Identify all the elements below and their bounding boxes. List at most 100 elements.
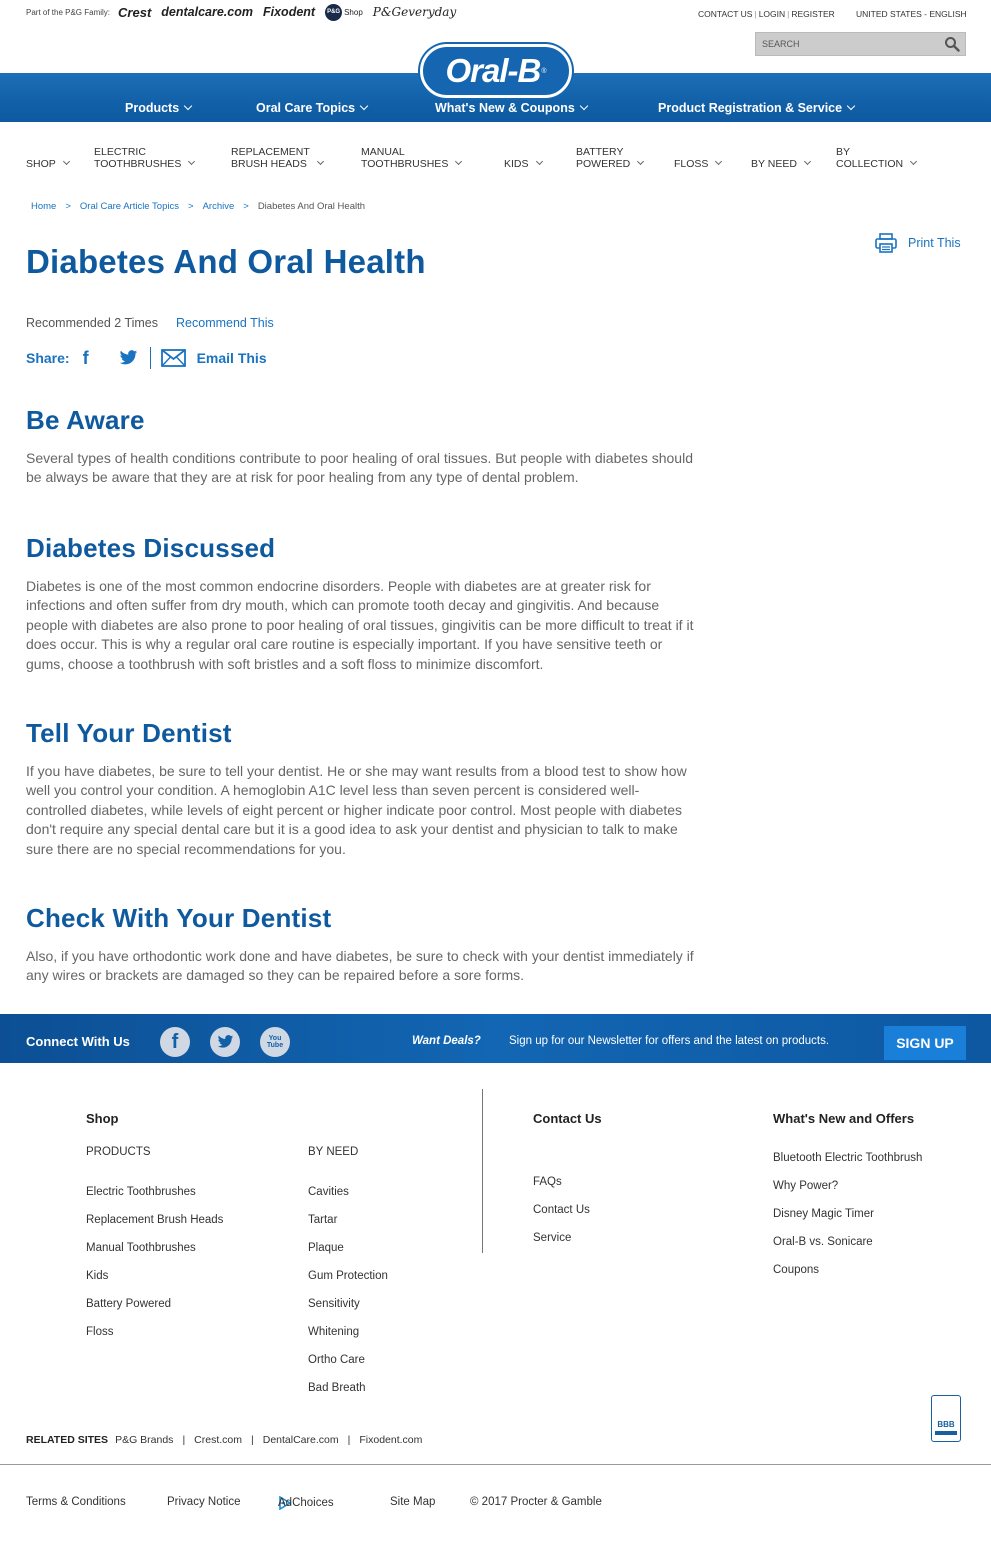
sign-up-button[interactable]: SIGN UP [884,1026,966,1060]
footer-link[interactable]: Electric Toothbrushes [86,1186,223,1214]
subnav-label: KIDS [504,158,529,170]
footer-link[interactable]: Service [533,1232,590,1260]
footer-link[interactable]: Battery Powered [86,1298,223,1326]
subnav-replacement-brush-heads[interactable]: REPLACEMENT BRUSH HEADS [231,146,324,170]
pg-family-links: Part of the P&G Family: Crest dentalcare… [26,2,466,22]
subnav-label: BY COLLECTION [836,146,903,170]
breadcrumb-home[interactable]: Home [31,201,56,212]
shop-sub-nav: SHOP ELECTRIC TOOTHBRUSHES REPLACEMENT BRU… [0,122,991,192]
footer-link[interactable]: Bad Breath [308,1382,388,1410]
related-link[interactable]: Fixodent.com [359,1434,422,1446]
subnav-by-need[interactable]: BY NEED [751,157,811,170]
subnav-label-line1: KIDS [504,158,529,170]
nav-whats-new-coupons[interactable]: What's New & Coupons [435,101,589,115]
nav-product-registration[interactable]: Product Registration & Service [658,101,856,115]
subnav-label-line1: FLOSS [674,158,709,170]
subnav-label: FLOSS [674,158,708,170]
footer-link[interactable]: Replacement Brush Heads [86,1214,223,1242]
footer-link[interactable]: Manual Toothbrushes [86,1242,223,1270]
footer-link[interactable]: Coupons [773,1264,922,1292]
footer-link[interactable]: Disney Magic Timer [773,1208,922,1236]
related-link[interactable]: DentalCare.com [263,1434,339,1446]
contact-us-link[interactable]: CONTACT US [696,9,754,19]
related-link[interactable]: P&G Brands [115,1434,173,1446]
register-link[interactable]: REGISTER [789,9,836,19]
twitter-icon[interactable] [210,1027,240,1057]
print-button[interactable]: Print This [875,233,961,253]
youtube-icon[interactable]: You Tube [260,1027,290,1057]
facebook-share-icon[interactable]: f [83,348,97,369]
footer-link[interactable]: Plaque [308,1242,388,1270]
oral-b-logo[interactable]: Oral-B ® [420,44,572,98]
related-link[interactable]: Crest.com [194,1434,242,1446]
adchoices-link[interactable]: AdChoices [278,1496,334,1510]
login-link[interactable]: LOGIN [757,9,787,19]
footer-contact-title: Contact Us [533,1111,602,1126]
nav-label: Products [125,101,180,115]
chevron-down-icon [62,157,70,166]
section-body: Diabetes is one of the most common endoc… [26,578,694,672]
search-icon[interactable] [944,36,960,52]
recommend-link[interactable]: Recommend This [176,316,274,330]
registered-mark: ® [541,67,547,75]
search-input[interactable] [756,33,936,55]
fixodent-logo-link[interactable]: Fixodent [263,5,315,19]
subnav-battery-powered[interactable]: BATTERY POWERED [576,146,645,170]
subnav-label: MANUAL TOOTHBRUSHES [361,146,448,170]
pg-everyday-logo-link[interactable]: P&Geveryday [373,5,456,19]
copyright: © 2017 Procter & Gamble [470,1496,602,1508]
pg-family-label: Part of the P&G Family: [26,7,111,17]
nav-oral-care-topics[interactable]: Oral Care Topics [256,101,369,115]
search-box [755,32,966,56]
footer-link[interactable]: Gum Protection [308,1270,388,1298]
subnav-floss[interactable]: FLOSS [674,157,723,170]
subnav-manual-toothbrushes[interactable]: MANUAL TOOTHBRUSHES [361,146,463,170]
twitter-share-icon[interactable] [119,350,138,366]
footer-link[interactable]: Kids [86,1270,223,1298]
footer-link[interactable]: Sensitivity [308,1298,388,1326]
subnav-kids[interactable]: KIDS [504,157,543,170]
nav-label: Product Registration & Service [658,101,843,115]
footer-link[interactable]: FAQs [533,1176,590,1204]
breadcrumb-current: Diabetes And Oral Health [257,201,366,212]
pg-shop-logo-link[interactable]: P&G Shop [325,3,363,21]
subnav-electric-toothbrushes[interactable]: ELECTRIC TOOTHBRUSHES [94,146,196,170]
email-icon[interactable] [160,349,186,367]
privacy-link[interactable]: Privacy Notice [167,1496,241,1508]
connect-band: Connect With Us f You Tube Want Deals? S… [0,1014,991,1063]
nav-products[interactable]: Products [125,101,193,115]
footer-link[interactable]: Whitening [308,1326,388,1354]
site-map-link[interactable]: Site Map [390,1496,435,1508]
locale-selector[interactable]: UNITED STATES - ENGLISH [856,9,967,19]
subnav-by-collection[interactable]: BY COLLECTION [836,146,918,170]
footer-link[interactable]: Why Power? [773,1180,922,1208]
breadcrumb-archive[interactable]: Archive [203,201,235,212]
footer-link[interactable]: Tartar [308,1214,388,1242]
terms-link[interactable]: Terms & Conditions [26,1496,126,1508]
subnav-label: ELECTRIC TOOTHBRUSHES [94,146,181,170]
footer-link[interactable]: Cavities [308,1186,388,1214]
subnav-shop[interactable]: SHOP [26,157,70,170]
breadcrumb-separator: > [243,201,249,212]
breadcrumb-oral-care-article-topics[interactable]: Oral Care Article Topics [80,201,179,212]
footer-link[interactable]: Floss [86,1326,223,1354]
crest-logo-link[interactable]: Crest [118,5,151,20]
email-this-link[interactable]: Email This [197,350,267,366]
footer-link[interactable]: Ortho Care [308,1354,388,1382]
newsletter-text: Sign up for our Newsletter for offers an… [509,1035,830,1047]
chevron-down-icon [715,157,723,166]
bbb-accredited-badge[interactable]: BBB [931,1395,961,1442]
footer-link[interactable]: Contact Us [533,1204,590,1232]
footer-by-need-label: BY NEED [308,1146,359,1158]
breadcrumb: Home > Oral Care Article Topics > Archiv… [31,201,365,212]
top-bar: Part of the P&G Family: Crest dentalcare… [0,0,991,30]
footer-link[interactable]: Bluetooth Electric Toothbrush [773,1152,922,1180]
related-sites-title: RELATED SITES [26,1434,109,1446]
subnav-label: SHOP [26,158,56,170]
subnav-label-line1: ELECTRIC [94,146,146,158]
main-nav: Products Oral Care Topics What's New & C… [0,101,991,117]
footer-link[interactable]: Oral-B vs. Sonicare [773,1236,922,1264]
print-label: Print This [908,236,961,250]
facebook-icon[interactable]: f [160,1027,190,1057]
dentalcare-logo-link[interactable]: dentalcare.com [161,5,253,19]
